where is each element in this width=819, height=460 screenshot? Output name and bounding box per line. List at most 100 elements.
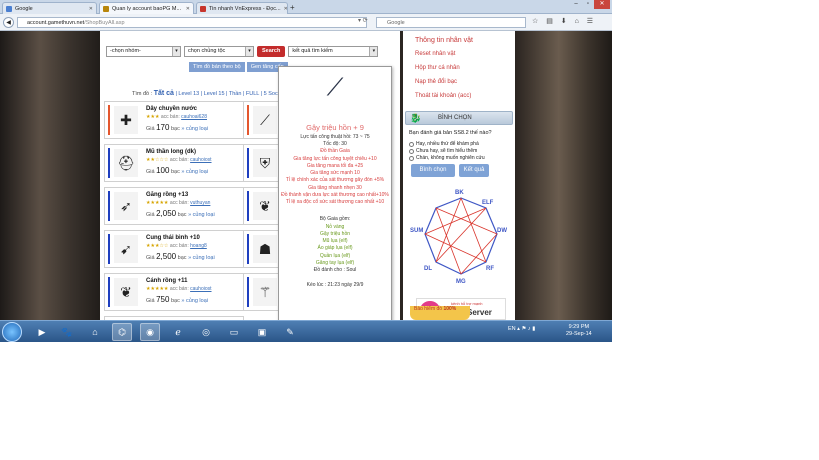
tab-by-set[interactable]: Tìm đồ bán theo bộ [189, 62, 245, 72]
tooltip-option: Gia tăng mana tối đa +25 [306, 162, 364, 169]
poll-option[interactable]: Chưa hay, sẽ tìm hiểu thêm [409, 148, 477, 154]
item-card[interactable]: ⟋ [243, 101, 279, 139]
chrome-icon[interactable]: ◎ [196, 323, 216, 341]
minimize-icon[interactable]: – [570, 0, 582, 9]
item-name[interactable]: Cung thái bình +10 [146, 235, 200, 241]
tab-google[interactable]: Google ✕ [2, 2, 97, 14]
firefox-icon[interactable]: ◉ [140, 323, 160, 341]
radio-button[interactable] [409, 141, 414, 147]
star-rating: ★★★★★ [146, 286, 169, 292]
media-player-icon[interactable]: ▶ [32, 323, 52, 341]
seller-link[interactable]: hoang8 [190, 243, 207, 249]
link-logout[interactable]: Thoát tài khoản (acc) [415, 93, 471, 99]
item-card[interactable]: ➹ Cung thái bình +10 ★★★☆☆ acc bán: hoan… [104, 230, 244, 268]
item-name[interactable]: Găng rồng +13 [146, 192, 188, 198]
item-quality-bar [108, 105, 110, 135]
right-sidebar: Thông tin nhân vật Reset nhân vật Hộp th… [403, 31, 515, 320]
link-top-up[interactable]: Nạp thẻ đổi bạc [415, 79, 457, 85]
close-tab-icon[interactable]: ✕ [183, 6, 190, 12]
address-bar[interactable]: account.gamethuvn.net/ShopBuyAll.asp [17, 17, 367, 28]
close-window-icon[interactable]: ✕ [594, 0, 610, 9]
group-select[interactable]: -chọn nhóm- ▾ [106, 46, 181, 57]
game-icon[interactable]: 🐾 [57, 323, 77, 341]
level-filter-links[interactable]: | Level 13 | Level 15 | Thần | FULL | 5 … [175, 91, 285, 97]
chevron-down-icon: ▾ [245, 47, 253, 56]
taskbar-clock[interactable]: 9:29 PM 29-Sep-14 [566, 324, 592, 338]
item-rating: ★★★★★ acc bán: vuthuyan [146, 200, 210, 206]
price-value: 2,050 [156, 209, 177, 218]
google-favicon-icon [6, 5, 12, 12]
star-rating: ★★★★★ [146, 200, 169, 206]
radio-button[interactable] [409, 148, 414, 154]
maximize-icon[interactable]: ▫ [582, 0, 594, 9]
item-card[interactable]: ✚ Dây chuyền nước ★★★ acc bán: cauhoai62… [104, 101, 244, 139]
insurance-badge[interactable]: Bảo hiểm đồ 100% [410, 306, 470, 320]
search-button[interactable]: Search [257, 46, 286, 57]
same-type-link[interactable]: » củng loại [188, 212, 215, 218]
start-button[interactable] [2, 322, 22, 342]
close-tab-icon[interactable]: ✕ [281, 6, 287, 12]
same-type-link[interactable]: » củng loại [181, 298, 208, 304]
view-tabs: Tìm đồ bán theo bộ Gen tăng cấp [189, 62, 288, 72]
poll-option-label: Chưa hay, sẽ tìm hiểu thêm [416, 148, 478, 154]
folder-icon[interactable]: ▭ [224, 323, 244, 341]
filter-row: -chọn nhóm- ▾ chọn chủng tộc ▾ Search kết … [106, 46, 379, 57]
poll-option[interactable]: Hay, nhiều thứ để khám phá [409, 141, 479, 147]
seller-link[interactable]: cauhoiost [190, 157, 211, 163]
seller-link[interactable]: cauhoai628 [181, 114, 207, 120]
internet-explorer-icon[interactable]: ℯ [168, 323, 188, 341]
wings-icon: ❦ [259, 197, 271, 214]
link-mailbox[interactable]: Hộp thư cá nhân [415, 65, 460, 71]
reload-icon[interactable]: ▾ ⟳ [358, 17, 368, 24]
vnexpress-favicon-icon [200, 5, 206, 12]
right-background-art [515, 31, 612, 320]
new-tab-button[interactable]: + [290, 3, 295, 12]
explorer-icon[interactable]: ▣ [252, 323, 272, 341]
race-select[interactable]: chọn chủng tộc ▾ [184, 46, 254, 57]
result-select[interactable]: kết quả tìm kiếm ▾ [288, 46, 379, 57]
item-thumbnail: ⚚ [253, 278, 277, 306]
seller-link[interactable]: cauhoiost [190, 286, 211, 292]
helmet-icon: ⛑ [117, 154, 135, 171]
item-card[interactable]: ⛑ Mũ thần long (dk) ★★☆☆☆ acc bán: cauho… [104, 144, 244, 182]
search-input[interactable]: Google [376, 17, 526, 28]
radio-button[interactable] [409, 155, 414, 161]
same-type-link[interactable]: » củng loại [188, 255, 215, 261]
same-type-link[interactable]: » củng loại [181, 169, 208, 175]
close-tab-icon[interactable]: ✕ [86, 6, 93, 12]
tooltip-set-item: Găng tay lụa (elf) [315, 259, 355, 266]
link-reset-character[interactable]: Reset nhân vật [415, 51, 455, 57]
seller-link[interactable]: vuthuyan [190, 200, 210, 206]
app-window-icon[interactable]: ⌬ [112, 323, 132, 341]
item-card[interactable]: ❦ [243, 187, 279, 225]
item-quality-bar [108, 234, 110, 264]
paint-icon[interactable]: ✎ [280, 323, 300, 341]
toolbar-icons[interactable]: ☆ ▤ ⬇ ⌂ ☰ [532, 17, 596, 25]
poll-result-button[interactable]: Kết quả [459, 164, 489, 177]
tab-vnexpress[interactable]: Tin nhanh VnExpress - Đọc... ✕ [196, 2, 288, 14]
price-label: Giá [146, 212, 155, 218]
item-name[interactable]: Mũ thần long (dk) [146, 149, 196, 155]
same-type-link[interactable]: » củng loại [181, 126, 208, 132]
item-card[interactable]: ⚚ [243, 273, 279, 311]
tab-account[interactable]: Quan ly account baoPG M... ✕ [99, 2, 194, 14]
price-label: Giá [146, 169, 155, 175]
item-name[interactable]: Cánh rồng +11 [146, 278, 188, 284]
tooltip-option: Đồ thần Gaia [320, 148, 350, 155]
item-card[interactable]: ➶ Găng rồng +13 ★★★★★ acc bán: vuthuyan … [104, 187, 244, 225]
vote-button[interactable]: Bình chọn [411, 164, 455, 177]
item-card[interactable]: ❦ Cánh rồng +11 ★★★★★ acc bán: cauhoiost… [104, 273, 244, 311]
language-indicator[interactable]: EN [508, 326, 516, 332]
item-rating: ★★★★★ acc bán: cauhoiost [146, 286, 212, 292]
poll-option-label: Chán, không muốn nghiên cứu [416, 155, 485, 161]
tab-title: Google [15, 5, 33, 12]
poll-option[interactable]: Chán, không muốn nghiên cứu [409, 155, 485, 161]
item-card[interactable]: ⛨ [243, 144, 279, 182]
app-icon[interactable]: ⌂ [85, 323, 105, 341]
star-rating: ★★★☆☆ [146, 243, 169, 249]
item-name[interactable]: Dây chuyền nước [146, 106, 197, 112]
level-filter-all[interactable]: Tất cả [154, 90, 174, 97]
back-arrow-icon[interactable]: ◀ [3, 17, 14, 28]
link-character-info[interactable]: Thông tin nhân vật [415, 37, 473, 44]
item-card[interactable]: ☗ [243, 230, 279, 268]
